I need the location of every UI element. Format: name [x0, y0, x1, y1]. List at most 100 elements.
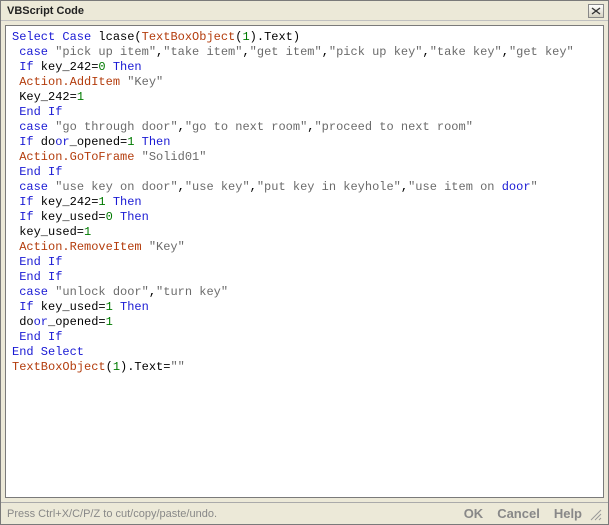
code-line: TextBoxObject(1).Text=""	[12, 360, 597, 375]
code-line: Action.AddItem "Key"	[12, 75, 597, 90]
code-token-str: "get item"	[250, 45, 322, 59]
statusbar: Press Ctrl+X/C/P/Z to cut/copy/paste/und…	[1, 502, 608, 524]
resize-grip-icon	[588, 507, 602, 521]
code-line: Key_242=1	[12, 90, 597, 105]
code-token-kw: Then	[113, 195, 142, 209]
code-token-txt: ,	[149, 285, 156, 299]
code-token-kw: case	[19, 45, 48, 59]
code-token-str: "take item"	[163, 45, 242, 59]
code-token-txt: key_used=	[34, 210, 106, 224]
code-token-num: 1	[98, 195, 105, 209]
code-line: End If	[12, 105, 597, 120]
code-token-txt	[134, 150, 141, 164]
code-token-txt: ,	[178, 120, 185, 134]
code-token-kw: or	[55, 135, 69, 149]
code-token-kw: End If	[19, 270, 62, 284]
status-hint: Press Ctrl+X/C/P/Z to cut/copy/paste/und…	[7, 508, 464, 520]
code-token-str: "use item on	[408, 180, 502, 194]
code-token-str: "pick up key"	[329, 45, 423, 59]
code-token-txt: ,	[401, 180, 408, 194]
code-editor[interactable]: Select Case lcase(TextBoxObject(1).Text)…	[5, 25, 604, 498]
code-token-txt	[113, 300, 120, 314]
code-token-txt: lcase(	[91, 30, 141, 44]
code-line: Action.GoToFrame "Solid01"	[12, 150, 597, 165]
resize-grip[interactable]	[588, 507, 602, 521]
code-token-txt: _opened=	[70, 135, 128, 149]
code-token-kw: If	[19, 60, 33, 74]
code-token-kw: case	[19, 120, 48, 134]
code-line: End If	[12, 255, 597, 270]
code-token-func: Action.GoToFrame	[19, 150, 134, 164]
code-token-num: 1	[242, 30, 249, 44]
code-token-txt	[113, 210, 120, 224]
code-token-txt: do	[12, 315, 34, 329]
code-line: door_opened=1	[12, 315, 597, 330]
code-token-kw: If	[19, 210, 33, 224]
cancel-button[interactable]: Cancel	[497, 506, 540, 521]
close-button[interactable]	[588, 4, 604, 18]
close-icon	[591, 7, 601, 15]
code-line: If key_used=1 Then	[12, 300, 597, 315]
code-token-str: "get key"	[509, 45, 574, 59]
code-token-kw: Then	[120, 210, 149, 224]
status-buttons: OK Cancel Help	[464, 506, 582, 521]
code-line: If key_used=0 Then	[12, 210, 597, 225]
code-token-txt: key_242=	[34, 195, 99, 209]
code-token-func: Action.RemoveItem	[19, 240, 141, 254]
titlebar: VBScript Code	[1, 1, 608, 21]
code-token-str: "	[531, 180, 538, 194]
code-line: End If	[12, 165, 597, 180]
code-line: If key_242=0 Then	[12, 60, 597, 75]
code-line: Action.RemoveItem "Key"	[12, 240, 597, 255]
code-token-kw: End If	[19, 255, 62, 269]
code-token-txt: _opened=	[48, 315, 106, 329]
code-token-str: "unlock door"	[55, 285, 149, 299]
code-line: If key_242=1 Then	[12, 195, 597, 210]
code-line: key_used=1	[12, 225, 597, 240]
code-token-txt: ).Text)	[250, 30, 300, 44]
code-token-num: 1	[84, 225, 91, 239]
code-token-str: "Key"	[149, 240, 185, 254]
code-token-str: "proceed to next room"	[314, 120, 472, 134]
code-token-txt	[106, 60, 113, 74]
code-token-str: "pick up item"	[55, 45, 156, 59]
code-token-num: 1	[106, 315, 113, 329]
code-token-kw: If	[19, 135, 33, 149]
code-token-txt: ,	[322, 45, 329, 59]
code-line: End If	[12, 330, 597, 345]
code-token-txt	[142, 240, 149, 254]
code-line: End If	[12, 270, 597, 285]
code-token-kw: End If	[19, 165, 62, 179]
code-line: case "unlock door","turn key"	[12, 285, 597, 300]
code-token-str: "Solid01"	[142, 150, 207, 164]
code-token-kw: If	[19, 300, 33, 314]
code-token-str: ""	[170, 360, 184, 374]
code-token-kw: case	[19, 285, 48, 299]
code-token-str: "take key"	[430, 45, 502, 59]
code-token-kw: If	[19, 195, 33, 209]
code-token-str: "go through door"	[55, 120, 177, 134]
code-token-str: "turn key"	[156, 285, 228, 299]
code-token-txt: ).Text=	[120, 360, 170, 374]
code-token-func: TextBoxObject	[12, 360, 106, 374]
vbscript-code-window: VBScript Code Select Case lcase(TextBoxO…	[0, 0, 609, 525]
code-token-kw: or	[34, 315, 48, 329]
code-token-txt: ,	[423, 45, 430, 59]
code-token-txt: key_242=	[34, 60, 99, 74]
code-token-kw: End If	[19, 330, 62, 344]
code-line: case "pick up item","take item","get ite…	[12, 45, 597, 60]
ok-button[interactable]: OK	[464, 506, 484, 521]
code-line: case "use key on door","use key","put ke…	[12, 180, 597, 195]
code-token-txt: key_used=	[12, 225, 84, 239]
code-token-num: 1	[77, 90, 84, 104]
code-token-kw: Then	[120, 300, 149, 314]
code-token-kw: End If	[19, 105, 62, 119]
code-token-kw: Then	[113, 60, 142, 74]
code-token-str: "go to next room"	[185, 120, 307, 134]
help-button[interactable]: Help	[554, 506, 582, 521]
code-token-func: Action.AddItem	[19, 75, 120, 89]
code-line: Select Case lcase(TextBoxObject(1).Text)	[12, 30, 597, 45]
code-token-kw: Select Case	[12, 30, 91, 44]
code-token-txt: ,	[178, 180, 185, 194]
code-token-txt: key_used=	[34, 300, 106, 314]
